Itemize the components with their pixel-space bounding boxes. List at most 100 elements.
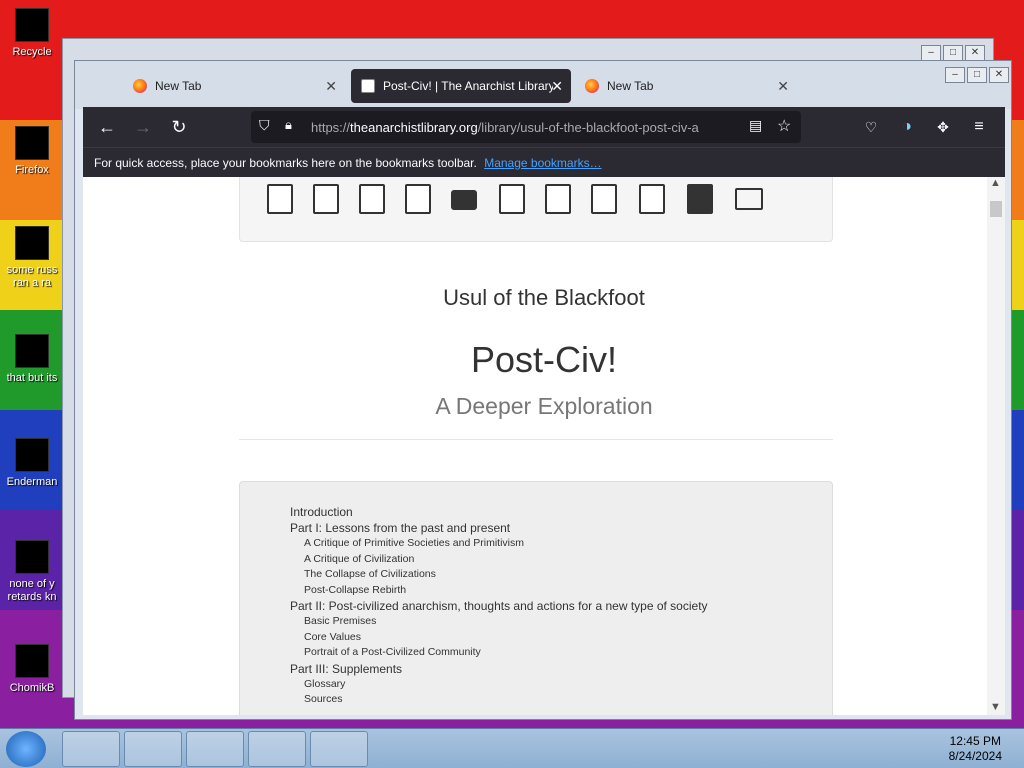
tab-close-icon[interactable]: ✕ [551,78,563,95]
tab-label: New Tab [607,79,654,93]
close-icon[interactable]: ✕ [989,67,1009,83]
desktop-icon-label: Enderman [6,476,58,488]
url-prefix: https:// [311,120,351,135]
toc-subitem[interactable]: Portrait of a Post-Civilized Community [290,645,832,661]
maximize-icon[interactable]: □ [967,67,987,83]
reload-icon[interactable]: ↻ [167,115,191,139]
scrollbar-thumb[interactable] [990,201,1002,217]
taskbar-app-box[interactable] [310,731,368,767]
desktop-icon-label: that but its [6,372,58,384]
author-name: Usul of the Blackfoot [443,285,645,310]
shield-icon[interactable]: ⛉ [259,117,270,134]
tab-post-civ[interactable]: Post-Civ! | The Anarchist Library ✕ [351,69,571,103]
pdf-icon[interactable] [267,184,293,214]
scroll-up-icon[interactable]: ▲ [990,177,1001,189]
pocket-icon[interactable]: ♡ [859,115,883,139]
toc-subitem[interactable]: The Collapse of Civilizations [290,567,832,583]
tab-new-tab-2[interactable]: New Tab ✕ [575,69,797,103]
tab-new-tab-1[interactable]: New Tab ✕ [123,69,345,103]
toc-item[interactable]: Part II: Post-civilized anarchism, thoug… [290,598,832,614]
toc-subitem[interactable]: Sources [290,692,832,708]
desktop-icon-chomik[interactable]: ChomikB [0,644,64,695]
scroll-down-icon[interactable]: ▼ [990,701,1001,713]
system-clock[interactable]: 12:45 PM 8/24/2024 [949,734,1002,764]
file-icon [15,540,49,574]
tab-label: Post-Civ! | The Anarchist Library [383,79,553,93]
desktop-icon-enderman[interactable]: Enderman [0,438,64,489]
page-title: Post-Civ! [470,339,618,380]
text-icon[interactable] [545,184,571,214]
url-bar[interactable]: ⛉ 🔒︎ https://theanarchistlibrary.org/lib… [251,111,801,143]
desktop-icon-label: Firefox [15,164,49,176]
desktop-icon-label: ran a ra [13,277,51,289]
bookmark-star-icon[interactable]: ☆ [777,116,791,136]
taskbar-app-firefox[interactable] [248,731,306,767]
bookmarks-toolbar: For quick access, place your bookmarks h… [83,147,1005,177]
table-of-contents: Introduction Part I: Lessons from the pa… [239,481,833,715]
toc-subitem[interactable]: Basic Premises [290,614,832,630]
tab-close-icon[interactable]: ✕ [777,78,789,95]
list-icon[interactable] [735,188,763,210]
recycle-bin-icon [15,8,49,42]
close-icon[interactable]: ✕ [965,45,985,61]
desktop-icon-firefox[interactable]: Firefox [0,126,64,177]
maximize-icon[interactable]: □ [943,45,963,61]
desktop-icon-file[interactable]: that but its [0,334,64,385]
minimize-icon[interactable]: – [921,45,941,61]
clock-time: 12:45 PM [949,734,1001,748]
page-content: Usul of the Blackfoot Post-Civ! A Deeper… [83,177,1005,715]
toc-item[interactable]: Introduction [290,504,832,520]
print-icon[interactable] [451,190,477,210]
extensions-icon[interactable]: ✥ [931,115,955,139]
scrollbar[interactable]: ▲ ▼ [987,177,1005,715]
back-arrow-icon[interactable]: ← [95,115,119,139]
toc-item[interactable]: Part I: Lessons from the past and presen… [290,520,832,536]
tab-label: New Tab [155,79,202,93]
toc-item[interactable]: Part III: Supplements [290,661,832,677]
navigation-toolbar: ← → ↻ ⛉ 🔒︎ https://theanarchistlibrary.o… [83,107,1005,147]
toc-subitem[interactable]: A Critique of Civilization [290,552,832,568]
toc-subitem[interactable]: Post-Collapse Rebirth [290,583,832,599]
epub-icon[interactable] [405,184,431,214]
reader-view-icon[interactable]: ▤ [749,117,762,134]
firefox-favicon-icon [585,79,599,93]
tab-close-icon[interactable]: ✕ [325,78,337,95]
desktop-icon-file[interactable]: some russ ran a ra [0,226,64,290]
forward-arrow-icon[interactable]: → [131,115,155,139]
book-icon[interactable] [687,184,713,214]
clock-date: 8/24/2024 [948,749,1002,763]
desktop-icon-file[interactable]: none of y retards kn [0,540,64,604]
anarchist-library-favicon-icon [361,79,375,93]
divider [239,439,833,440]
desktop-icon-label: Recycle [12,46,52,58]
toc-subitem[interactable]: Glossary [290,677,832,693]
manage-bookmarks-link[interactable]: Manage bookmarks… [484,156,601,170]
firefox-window: New Tab ✕ Post-Civ! | The Anarchist Libr… [74,60,1012,720]
desktop-icon-label: some russ [6,264,58,276]
desktop-icon-recycle-bin[interactable]: Recycle [0,8,64,59]
file-icon [15,334,49,368]
menu-icon[interactable]: ≡ [967,115,991,139]
lock-icon[interactable]: 🔒︎ [285,117,292,133]
desktop-icon-label: ChomikB [9,682,55,694]
zip-icon[interactable] [591,184,617,214]
toc-subitem[interactable]: Core Values [290,630,832,646]
file-icon [15,438,49,472]
account-icon[interactable]: ◑ [895,115,919,139]
tab-strip: New Tab ✕ Post-Civ! | The Anarchist Libr… [75,61,1011,109]
taskbar-app-terminal[interactable] [62,731,120,767]
url-path: /library/usul-of-the-blackfoot-post-civ-… [477,120,699,135]
minimize-icon[interactable]: – [945,67,965,83]
taskbar-app-globe[interactable] [186,731,244,767]
edit-icon[interactable] [639,184,665,214]
start-button[interactable] [6,731,46,767]
desktop-icon-label: retards kn [7,591,57,603]
taskbar-app-media-player[interactable] [124,731,182,767]
file-icon [15,226,49,260]
page-subtitle: A Deeper Exploration [435,393,653,419]
html-icon[interactable] [499,184,525,214]
url-host: theanarchistlibrary.org [350,120,478,135]
toc-subitem[interactable]: A Critique of Primitive Societies and Pr… [290,536,832,552]
pdf-icon[interactable] [359,184,385,214]
pdf-icon[interactable] [313,184,339,214]
